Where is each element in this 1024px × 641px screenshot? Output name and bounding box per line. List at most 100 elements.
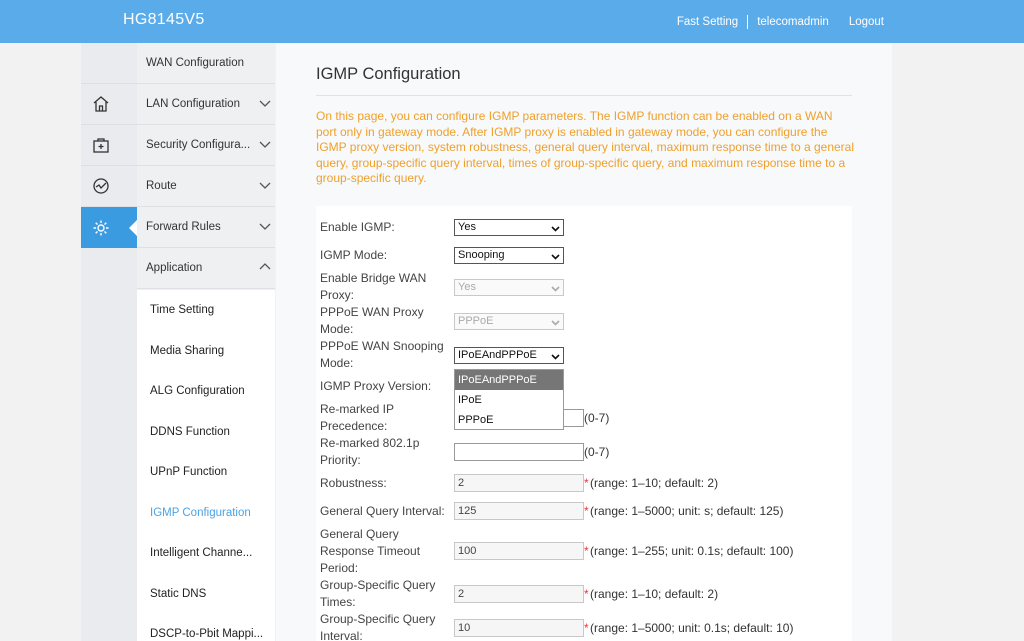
gear-icon [92, 219, 110, 237]
enable-igmp-label: Enable IGMP: [320, 220, 395, 234]
group-query-times-label: Group-Specific Query Times: [320, 578, 436, 609]
chevron-down-icon [551, 251, 560, 266]
pppoe-wan-snooping-mode-select[interactable]: IPoEAndPPPoE [454, 347, 564, 364]
submenu-alg-configuration[interactable]: ALG Configuration [137, 371, 275, 412]
menu-item-label: WAN Configuration [146, 57, 245, 69]
menu-item-application[interactable]: Application [137, 248, 275, 289]
group-query-times-hint: (range: 1–10; default: 2) [590, 587, 719, 601]
pppoe-wan-proxy-mode-select: PPPoE [454, 313, 564, 330]
general-query-timeout-input[interactable]: 100 [454, 542, 584, 560]
enable-igmp-select[interactable]: Yes [454, 219, 564, 236]
pppoe-wan-proxy-mode-value: PPPoE [458, 315, 494, 327]
remarked-ip-precedence-label: Re-marked IP Precedence: [320, 402, 394, 433]
nav-menu: WAN Configuration LAN Configuration Secu… [137, 43, 275, 641]
rail-application[interactable] [81, 207, 137, 248]
chevron-down-icon [259, 139, 271, 152]
general-query-timeout-label: General Query Response Timeout Period: [320, 527, 421, 575]
enable-igmp-value: Yes [458, 221, 476, 233]
chevron-down-icon [551, 317, 560, 332]
chevron-down-icon [551, 223, 560, 238]
menu-item-label: Route [146, 180, 177, 192]
pppoe-wan-proxy-mode-label: PPPoE WAN Proxy Mode: [320, 305, 424, 336]
chevron-down-icon [259, 221, 271, 234]
menu-item-wan-configuration[interactable]: WAN Configuration [137, 43, 275, 84]
remarked-ip-precedence-hint: (0-7) [584, 411, 610, 425]
route-graph-icon [92, 177, 110, 195]
snooping-option-ipoe[interactable]: IPoE [455, 390, 563, 410]
device-model-title: HG8145V5 [123, 11, 205, 28]
bridge-wan-proxy-value: Yes [458, 281, 476, 293]
page-title: IGMP Configuration [316, 65, 461, 83]
robustness-input[interactable]: 2 [454, 474, 584, 492]
submenu-time-setting[interactable]: Time Setting [137, 290, 275, 331]
submenu-media-sharing[interactable]: Media Sharing [137, 330, 275, 371]
group-query-times-input[interactable]: 2 [454, 585, 584, 603]
content-area: IGMP Configuration On this page, you can… [276, 43, 892, 641]
group-query-interval-input[interactable]: 10 [454, 619, 584, 637]
robustness-label: Robustness: [320, 476, 387, 490]
chevron-down-icon [551, 351, 560, 366]
required-mark: * [584, 504, 589, 518]
remarked-8021p-input[interactable] [454, 443, 584, 461]
igmp-proxy-version-label: IGMP Proxy Version: [320, 379, 432, 393]
rail-route[interactable] [81, 166, 137, 207]
menu-item-lan-configuration[interactable]: LAN Configuration [137, 84, 275, 125]
submenu-upnp-function[interactable]: UPnP Function [137, 452, 275, 493]
fast-setting-link[interactable]: Fast Setting [677, 16, 738, 28]
chevron-down-icon [259, 180, 271, 193]
igmp-mode-value: Snooping [458, 249, 505, 261]
snooping-option-pppoe[interactable]: PPPoE [455, 410, 563, 430]
general-query-interval-label: General Query Interval: [320, 504, 445, 518]
required-mark: * [584, 621, 589, 635]
menu-item-label: Application [146, 262, 203, 274]
snooping-option-ipoeandpppoe[interactable]: IPoEAndPPPoE [455, 370, 563, 390]
menu-item-label: Security Configura... [146, 139, 251, 151]
submenu-static-dns[interactable]: Static DNS [137, 573, 275, 614]
menu-item-label: Forward Rules [146, 221, 221, 233]
submenu-dscp-to-pbit-mapping[interactable]: DSCP-to-Pbit Mappi... [137, 614, 275, 641]
remarked-8021p-hint: (0-7) [584, 445, 610, 459]
menu-item-security-configuration[interactable]: Security Configura... [137, 125, 275, 166]
title-divider [316, 95, 852, 96]
bridge-wan-proxy-label: Enable Bridge WAN Proxy: [320, 271, 427, 302]
bridge-wan-proxy-select: Yes [454, 279, 564, 296]
menu-item-forward-rules[interactable]: Forward Rules [137, 207, 275, 248]
top-bar: HG8145V5 Fast Setting telecomadmin Logou… [0, 0, 1024, 43]
security-kit-icon [92, 136, 110, 154]
rail-home[interactable] [81, 84, 137, 125]
page-description: On this page, you can configure IGMP par… [316, 109, 855, 185]
submenu-igmp-configuration[interactable]: IGMP Configuration [137, 492, 275, 533]
group-query-interval-hint: (range: 1–5000; unit: 0.1s; default: 10) [590, 621, 794, 635]
chevron-up-icon [259, 262, 271, 275]
submenu-intelligent-channel[interactable]: Intelligent Channe... [137, 533, 275, 574]
required-mark: * [584, 476, 589, 490]
submenu-ddns-function[interactable]: DDNS Function [137, 411, 275, 452]
chevron-down-icon [259, 98, 271, 111]
general-query-interval-input[interactable]: 125 [454, 502, 584, 520]
general-query-timeout-hint: (range: 1–255; unit: 0.1s; default: 100) [590, 544, 794, 558]
snooping-mode-dropdown: IPoEAndPPPoE IPoE PPPoE [454, 369, 564, 430]
pppoe-wan-snooping-mode-value: IPoEAndPPPoE [458, 349, 537, 361]
application-submenu: Time Setting Media Sharing ALG Configura… [137, 290, 275, 641]
igmp-mode-label: IGMP Mode: [320, 248, 388, 262]
icon-rail [81, 43, 137, 641]
remarked-8021p-label: Re-marked 802.1p Priority: [320, 436, 420, 467]
menu-item-route[interactable]: Route [137, 166, 275, 207]
igmp-config-form: Enable IGMP: Yes IGMP Mode: Snooping Ena… [316, 206, 852, 641]
chevron-down-icon [551, 283, 560, 298]
menu-item-label: LAN Configuration [146, 98, 240, 110]
rail-security[interactable] [81, 125, 137, 166]
rail-blank [81, 43, 137, 84]
top-links: Fast Setting telecomadmin Logout [677, 15, 884, 29]
home-icon [92, 95, 110, 113]
igmp-mode-select[interactable]: Snooping [454, 247, 564, 264]
group-query-interval-label: Group-Specific Query Interval: [320, 612, 436, 641]
required-mark: * [584, 587, 589, 601]
logout-link[interactable]: Logout [849, 16, 884, 28]
user-account-link[interactable]: telecomadmin [757, 16, 829, 28]
pppoe-wan-snooping-mode-label: PPPoE WAN Snooping Mode: [320, 339, 444, 370]
robustness-hint: (range: 1–10; default: 2) [590, 476, 719, 490]
top-link-divider [747, 15, 749, 29]
required-mark: * [584, 544, 589, 558]
general-query-interval-hint: (range: 1–5000; unit: s; default: 125) [590, 504, 784, 518]
